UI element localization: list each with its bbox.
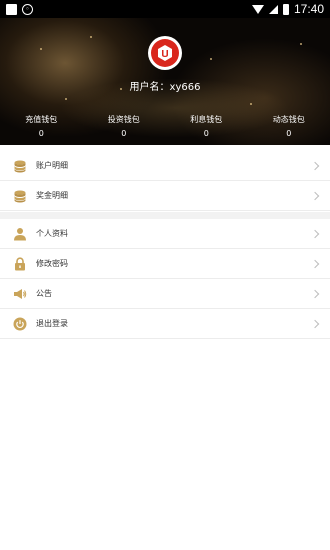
chevron-right-icon — [310, 191, 320, 200]
profile-header: 用户名：xy666 充值钱包 0 投资钱包 0 利息钱包 0 动态钱包 0 — [0, 18, 330, 145]
status-bar: ◦ 17:40 — [0, 0, 330, 18]
menu-item-account-details[interactable]: 账户明细 — [0, 151, 330, 181]
chevron-right-icon — [310, 289, 320, 298]
status-time: 17:40 — [293, 2, 324, 16]
battery-icon — [282, 3, 289, 15]
sync-icon: ◦ — [22, 3, 33, 15]
chevron-right-icon — [310, 259, 320, 268]
menu-group-account: 个人资料 修改密码 公告 退出登录 — [0, 219, 330, 339]
username: 用户名：xy666 — [129, 82, 201, 93]
menu-item-profile[interactable]: 个人资料 — [0, 219, 330, 249]
notification-icon — [6, 3, 17, 15]
wifi-icon — [251, 4, 264, 14]
menu-label: 退出登录 — [36, 319, 68, 328]
wallet-dynamic[interactable]: 动态钱包 0 — [248, 114, 330, 138]
menu-item-logout[interactable]: 退出登录 — [0, 309, 330, 339]
wallet-summary: 充值钱包 0 投资钱包 0 利息钱包 0 动态钱包 0 — [0, 114, 330, 138]
section-divider — [0, 212, 330, 219]
person-icon — [12, 226, 28, 242]
app-logo — [148, 36, 182, 70]
app-screen: ◦ 17:40 用户名：xy666 充值钱包 0 投资钱包 0 利息钱包 0 动… — [0, 0, 330, 550]
chevron-right-icon — [310, 319, 320, 328]
wallet-interest[interactable]: 利息钱包 0 — [165, 114, 248, 138]
wallet-investment[interactable]: 投资钱包 0 — [83, 114, 166, 138]
coin-stack-icon — [12, 188, 28, 204]
menu-label: 个人资料 — [36, 229, 68, 238]
power-icon — [12, 316, 28, 332]
chevron-right-icon — [310, 229, 320, 238]
coin-stack-icon — [12, 158, 28, 174]
menu-item-bonus-details[interactable]: 奖金明细 — [0, 181, 330, 211]
signal-icon — [268, 4, 278, 14]
menu-label: 公告 — [36, 289, 52, 298]
chevron-right-icon — [310, 161, 320, 170]
menu-label: 修改密码 — [36, 259, 68, 268]
menu-item-announcement[interactable]: 公告 — [0, 279, 330, 309]
wallet-recharge[interactable]: 充值钱包 0 — [0, 114, 83, 138]
menu-item-change-password[interactable]: 修改密码 — [0, 249, 330, 279]
megaphone-icon — [12, 286, 28, 302]
menu-label: 奖金明细 — [36, 191, 68, 200]
menu-label: 账户明细 — [36, 161, 68, 170]
lock-icon — [12, 256, 28, 272]
menu-group-finance: 账户明细 奖金明细 — [0, 151, 330, 211]
